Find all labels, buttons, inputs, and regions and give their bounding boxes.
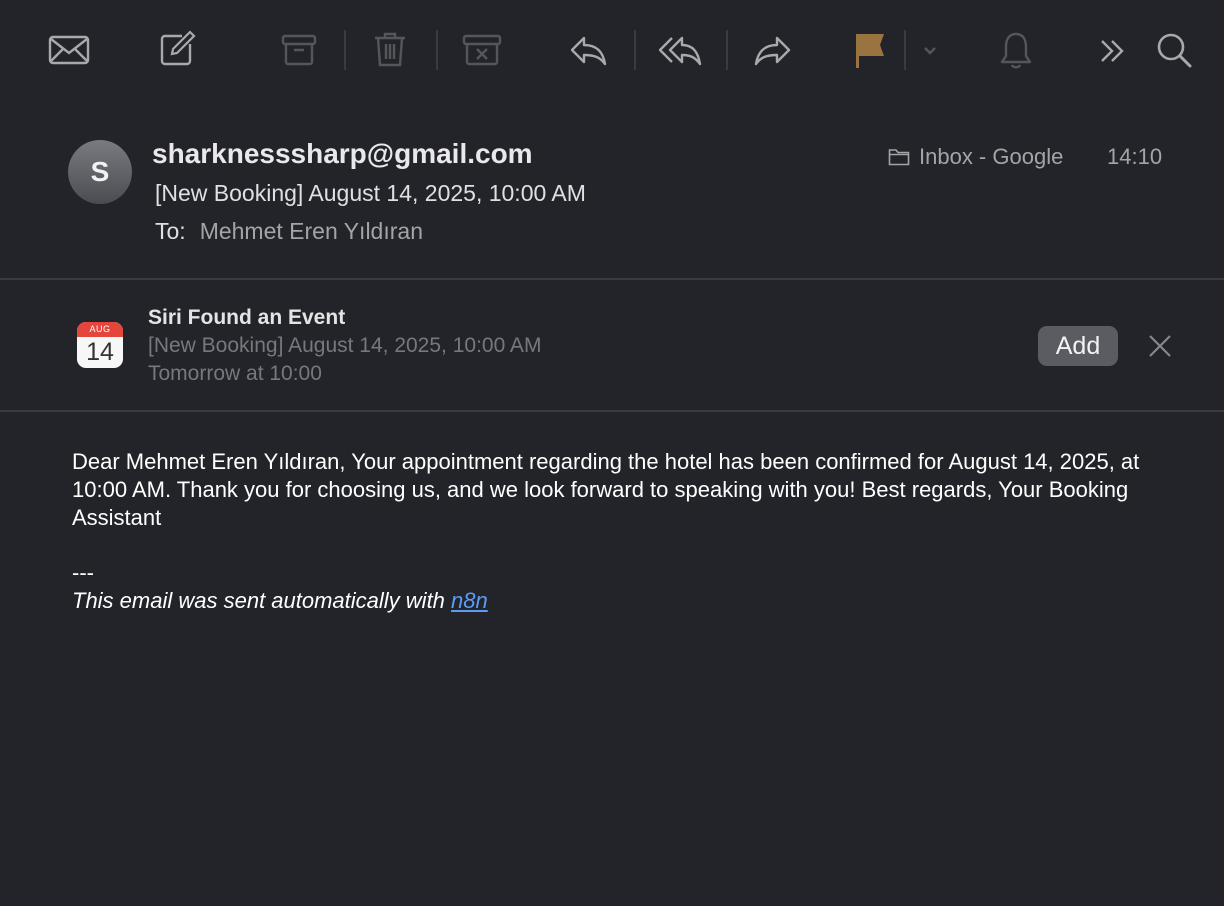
calendar-icon: AUG 14 bbox=[77, 322, 123, 368]
flag-icon bbox=[856, 34, 884, 68]
n8n-link[interactable]: n8n bbox=[451, 588, 488, 613]
toolbar-separator bbox=[344, 30, 346, 70]
reply-button[interactable] bbox=[566, 28, 610, 72]
forward-button[interactable] bbox=[751, 28, 795, 72]
message-footer: This email was sent automatically with n… bbox=[72, 588, 488, 614]
toolbar-separator bbox=[904, 30, 906, 70]
junk-button[interactable] bbox=[460, 28, 504, 72]
toolbar-separator bbox=[634, 30, 636, 70]
notify-button[interactable] bbox=[994, 28, 1038, 72]
forward-icon bbox=[754, 36, 791, 66]
bell-icon bbox=[1000, 32, 1032, 69]
calendar-day: 14 bbox=[86, 338, 114, 366]
archive-button[interactable] bbox=[277, 28, 321, 72]
trash-icon bbox=[375, 32, 405, 67]
flag-menu-button[interactable] bbox=[908, 28, 952, 72]
reply-all-icon bbox=[658, 36, 702, 66]
recipient-name[interactable]: Mehmet Eren Yıldıran bbox=[200, 218, 423, 244]
chevrons-right-icon bbox=[1101, 40, 1124, 62]
toolbar-separator bbox=[436, 30, 438, 70]
reply-all-button[interactable] bbox=[658, 28, 702, 72]
toolbar-separator bbox=[726, 30, 728, 70]
footer-text: This email was sent automatically with bbox=[72, 588, 452, 613]
mailbox-indicator[interactable]: Inbox - Google bbox=[888, 144, 1063, 170]
message-body: Dear Mehmet Eren Yıldıran, Your appointm… bbox=[72, 449, 1140, 530]
search-button[interactable] bbox=[1152, 28, 1196, 72]
envelope-icon bbox=[48, 35, 90, 65]
add-event-button[interactable]: Add bbox=[1038, 326, 1118, 366]
calendar-month: AUG bbox=[77, 322, 123, 337]
search-icon bbox=[1157, 33, 1192, 68]
compose-icon bbox=[160, 30, 196, 66]
folder-icon bbox=[888, 149, 910, 166]
delete-button[interactable] bbox=[368, 28, 412, 72]
get-mail-button[interactable] bbox=[47, 28, 91, 72]
siri-event-banner: AUG 14 Siri Found an Event [New Booking]… bbox=[0, 280, 1224, 410]
more-button[interactable] bbox=[1090, 28, 1134, 72]
divider bbox=[0, 410, 1224, 412]
siri-event-name: [New Booking] August 14, 2025, 10:00 AM bbox=[148, 334, 542, 357]
mailbox-name: Inbox - Google bbox=[919, 144, 1064, 169]
sender-address[interactable]: sharknesssharp@gmail.com bbox=[152, 138, 533, 170]
close-icon[interactable] bbox=[1146, 332, 1174, 360]
archive-icon bbox=[281, 34, 317, 66]
toolbar bbox=[0, 0, 1224, 100]
signature-separator: --- bbox=[72, 560, 94, 585]
siri-event-time: Tomorrow at 10:00 bbox=[148, 362, 322, 385]
flag-button[interactable] bbox=[848, 28, 892, 72]
message-time: 14:10 bbox=[1107, 144, 1163, 169]
reply-icon bbox=[570, 36, 607, 66]
compose-button[interactable] bbox=[154, 28, 198, 72]
message-subject: [New Booking] August 14, 2025, 10:00 AM bbox=[155, 180, 586, 206]
recipient-row: To: Mehmet Eren Yıldıran bbox=[155, 218, 423, 245]
siri-title: Siri Found an Event bbox=[148, 306, 346, 329]
message-header: S sharknesssharp@gmail.com [New Booking]… bbox=[0, 100, 1224, 278]
to-label: To: bbox=[155, 218, 186, 244]
avatar: S bbox=[68, 140, 132, 204]
junk-icon bbox=[462, 34, 502, 66]
chevron-down-icon bbox=[924, 47, 936, 55]
